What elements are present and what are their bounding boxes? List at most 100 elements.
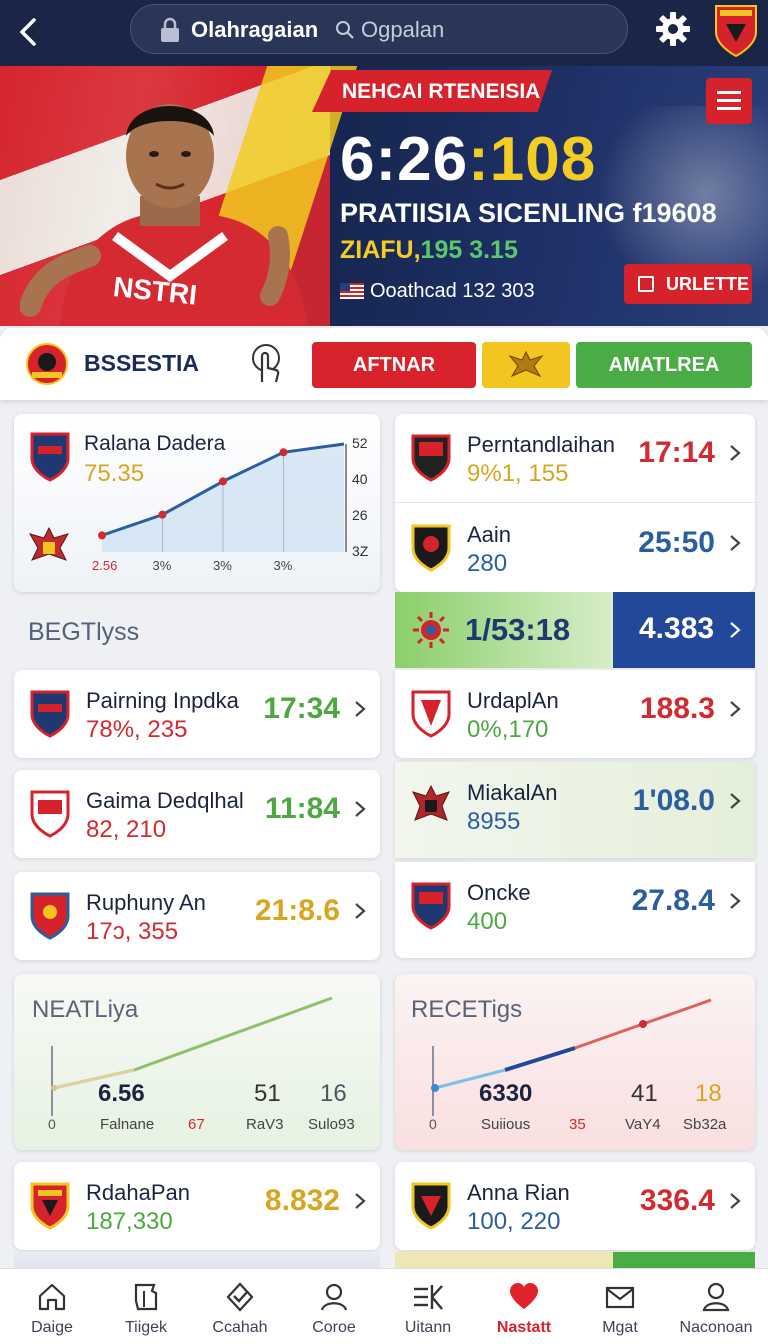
user-icon <box>702 1282 730 1312</box>
chevron-right-icon <box>730 893 741 909</box>
club-badge-icon <box>411 434 451 482</box>
club-badge-icon <box>411 524 451 572</box>
chart-x-tick: 3% <box>213 558 232 573</box>
search-title: Olahragaian <box>191 17 319 42</box>
list-icon <box>414 1285 443 1310</box>
section-title: BEGTlyss <box>28 618 140 646</box>
hero-subline: ZIAFU,195 3.15 <box>340 236 518 264</box>
nav-tickets[interactable]: Tiigek <box>98 1269 194 1344</box>
list-item[interactable]: Gaima Dedqlhal 82, 210 11:84 <box>14 770 380 858</box>
hero-badge-text: NEHCAI RTENEISIA <box>342 80 541 103</box>
nav-messages[interactable]: Mgat <box>572 1269 668 1344</box>
chart-x-tick: 3% <box>153 558 172 573</box>
club-badge-icon <box>411 690 451 738</box>
divider <box>395 502 755 503</box>
update-button[interactable]: URLETTE <box>624 264 752 304</box>
ticket-icon <box>134 1283 158 1311</box>
hero-time: 6:26:108 <box>340 125 597 194</box>
chevron-right-icon <box>730 1193 741 1209</box>
chevron-right-icon <box>730 535 741 551</box>
hero-badge: NEHCAI RTENEISIA <box>312 70 552 112</box>
eagle-icon <box>28 526 70 561</box>
peek-strip <box>14 1252 380 1268</box>
sun-emblem-icon <box>413 612 449 648</box>
highlight-row[interactable]: 1/53:18 4.383 <box>395 592 755 668</box>
team-badge-icon <box>30 432 70 482</box>
list-item[interactable]: MiakalAn 8955 1'08.0 <box>395 762 755 858</box>
search-icon[interactable] <box>335 20 355 40</box>
tab-red-button[interactable]: AFTNAR <box>312 342 476 388</box>
stats-chart-card[interactable]: Ralana Dadera 75.35 52 40 26 3Z 2.56 3% 3% 3% <box>14 414 380 592</box>
chart-point <box>158 510 167 519</box>
search-placeholder[interactable]: Ogpalan <box>361 17 444 43</box>
club-crest-icon[interactable] <box>712 2 760 58</box>
peek-strip <box>613 1252 755 1268</box>
line-chart: 52 40 26 3Z 2.56 3% 3% 3% <box>92 435 369 573</box>
chart-x-tick: 2.56 <box>92 558 117 573</box>
lock-icon <box>161 17 179 42</box>
nav-favorites[interactable]: Nastatt <box>476 1269 572 1344</box>
team-bar: BSSESTIA AFTNAR AMATLREA <box>0 328 768 400</box>
team-crest-icon[interactable] <box>26 342 68 386</box>
chevron-right-icon <box>355 903 366 919</box>
tap-icon[interactable] <box>246 342 286 386</box>
tab-emblem-button[interactable] <box>482 342 570 388</box>
mail-icon <box>605 1286 635 1309</box>
menu-icon[interactable] <box>706 78 752 124</box>
flag-icon <box>340 283 364 299</box>
axis-zero: 0 <box>48 1116 56 1132</box>
nav-coach[interactable]: Ccahah <box>192 1269 288 1344</box>
garuda-icon <box>508 350 544 378</box>
list-item[interactable]: Ruphuny An 17ɔ, 355 21:8.6 <box>14 872 380 960</box>
bottom-nav: Daige Tiigek Ccahah Coroe Uitann Nastatt… <box>0 1268 768 1344</box>
list-item[interactable]: RdahaPan 187,330 8.832 <box>14 1162 380 1250</box>
back-icon[interactable] <box>10 12 50 52</box>
club-badge-icon <box>30 892 70 940</box>
search-bar[interactable]: Olahragaian Ogpalan <box>130 4 628 54</box>
eagle-crest-icon <box>412 784 450 821</box>
nav-rankings[interactable]: Uitann <box>380 1269 476 1344</box>
list-item[interactable]: Pairning Inpdka 78%, 235 17:34 <box>14 670 380 758</box>
chevron-right-icon <box>730 445 741 461</box>
heart-icon <box>510 1283 538 1309</box>
club-badge-icon <box>30 1182 70 1230</box>
gear-icon[interactable] <box>654 10 692 48</box>
user-icon <box>320 1283 348 1311</box>
chart-y-tick: 52 <box>352 435 368 451</box>
home-icon <box>38 1283 66 1311</box>
chart-y-tick: 40 <box>352 471 368 487</box>
highlight-right-value: 4.383 <box>639 612 715 645</box>
club-badge-icon <box>411 1182 451 1230</box>
top-bar: Olahragaian Ogpalan <box>0 0 768 66</box>
list-item[interactable]: Perntandlaihan 9%1, 155 17:14 Aain 280 2… <box>395 414 755 592</box>
list-item[interactable]: Oncke 400 27.8.4 <box>395 862 755 958</box>
hero-headline: PRATIISIA SICENLING f19608 <box>340 198 717 228</box>
team-name: BSSESTIA <box>84 350 200 376</box>
player-image: NSTRI <box>20 104 309 326</box>
nav-profile-alt[interactable]: Coroe <box>286 1269 382 1344</box>
chart-point <box>279 448 288 457</box>
shield-check-icon <box>226 1282 254 1312</box>
match-row[interactable]: Perntandlaihan 9%1, 155 17:14 <box>395 414 755 502</box>
match-row[interactable]: Aain 280 25:50 <box>395 504 755 592</box>
peek-strip <box>395 1252 613 1268</box>
hero-banner[interactable]: NSTRI NEHCAI RTENEISIA 6:26:108 PRATIISI… <box>0 66 768 326</box>
list-item[interactable]: UrdaplAn 0%,170 188.3 <box>395 670 755 758</box>
chevron-right-icon <box>730 793 741 809</box>
mini-chart-left[interactable]: NEATLiya 0 6.56 Falnane 67 51 RaV3 16 Su… <box>14 974 380 1150</box>
chevron-right-icon <box>355 701 366 717</box>
mini-chart-right[interactable]: RECETigs 0 6330 Suiious 35 41 VaY4 18 Sb… <box>395 974 755 1150</box>
chart-y-tick: 3Z <box>352 543 369 559</box>
chart-point <box>219 477 227 486</box>
list-item[interactable]: Anna Rian 100, 220 336.4 <box>395 1162 755 1250</box>
chevron-right-icon <box>730 701 741 717</box>
chevron-right-icon <box>355 801 366 817</box>
nav-home[interactable]: Daige <box>4 1269 100 1344</box>
hero-caption: Ooathcad 132 303 <box>340 280 535 303</box>
calendar-icon <box>638 276 654 292</box>
tab-green-button[interactable]: AMATLREA <box>576 342 752 388</box>
chart-point <box>98 531 106 540</box>
club-badge-icon <box>30 790 70 838</box>
nav-account[interactable]: Naconoan <box>668 1269 764 1344</box>
axis-zero: 0 <box>429 1116 437 1132</box>
